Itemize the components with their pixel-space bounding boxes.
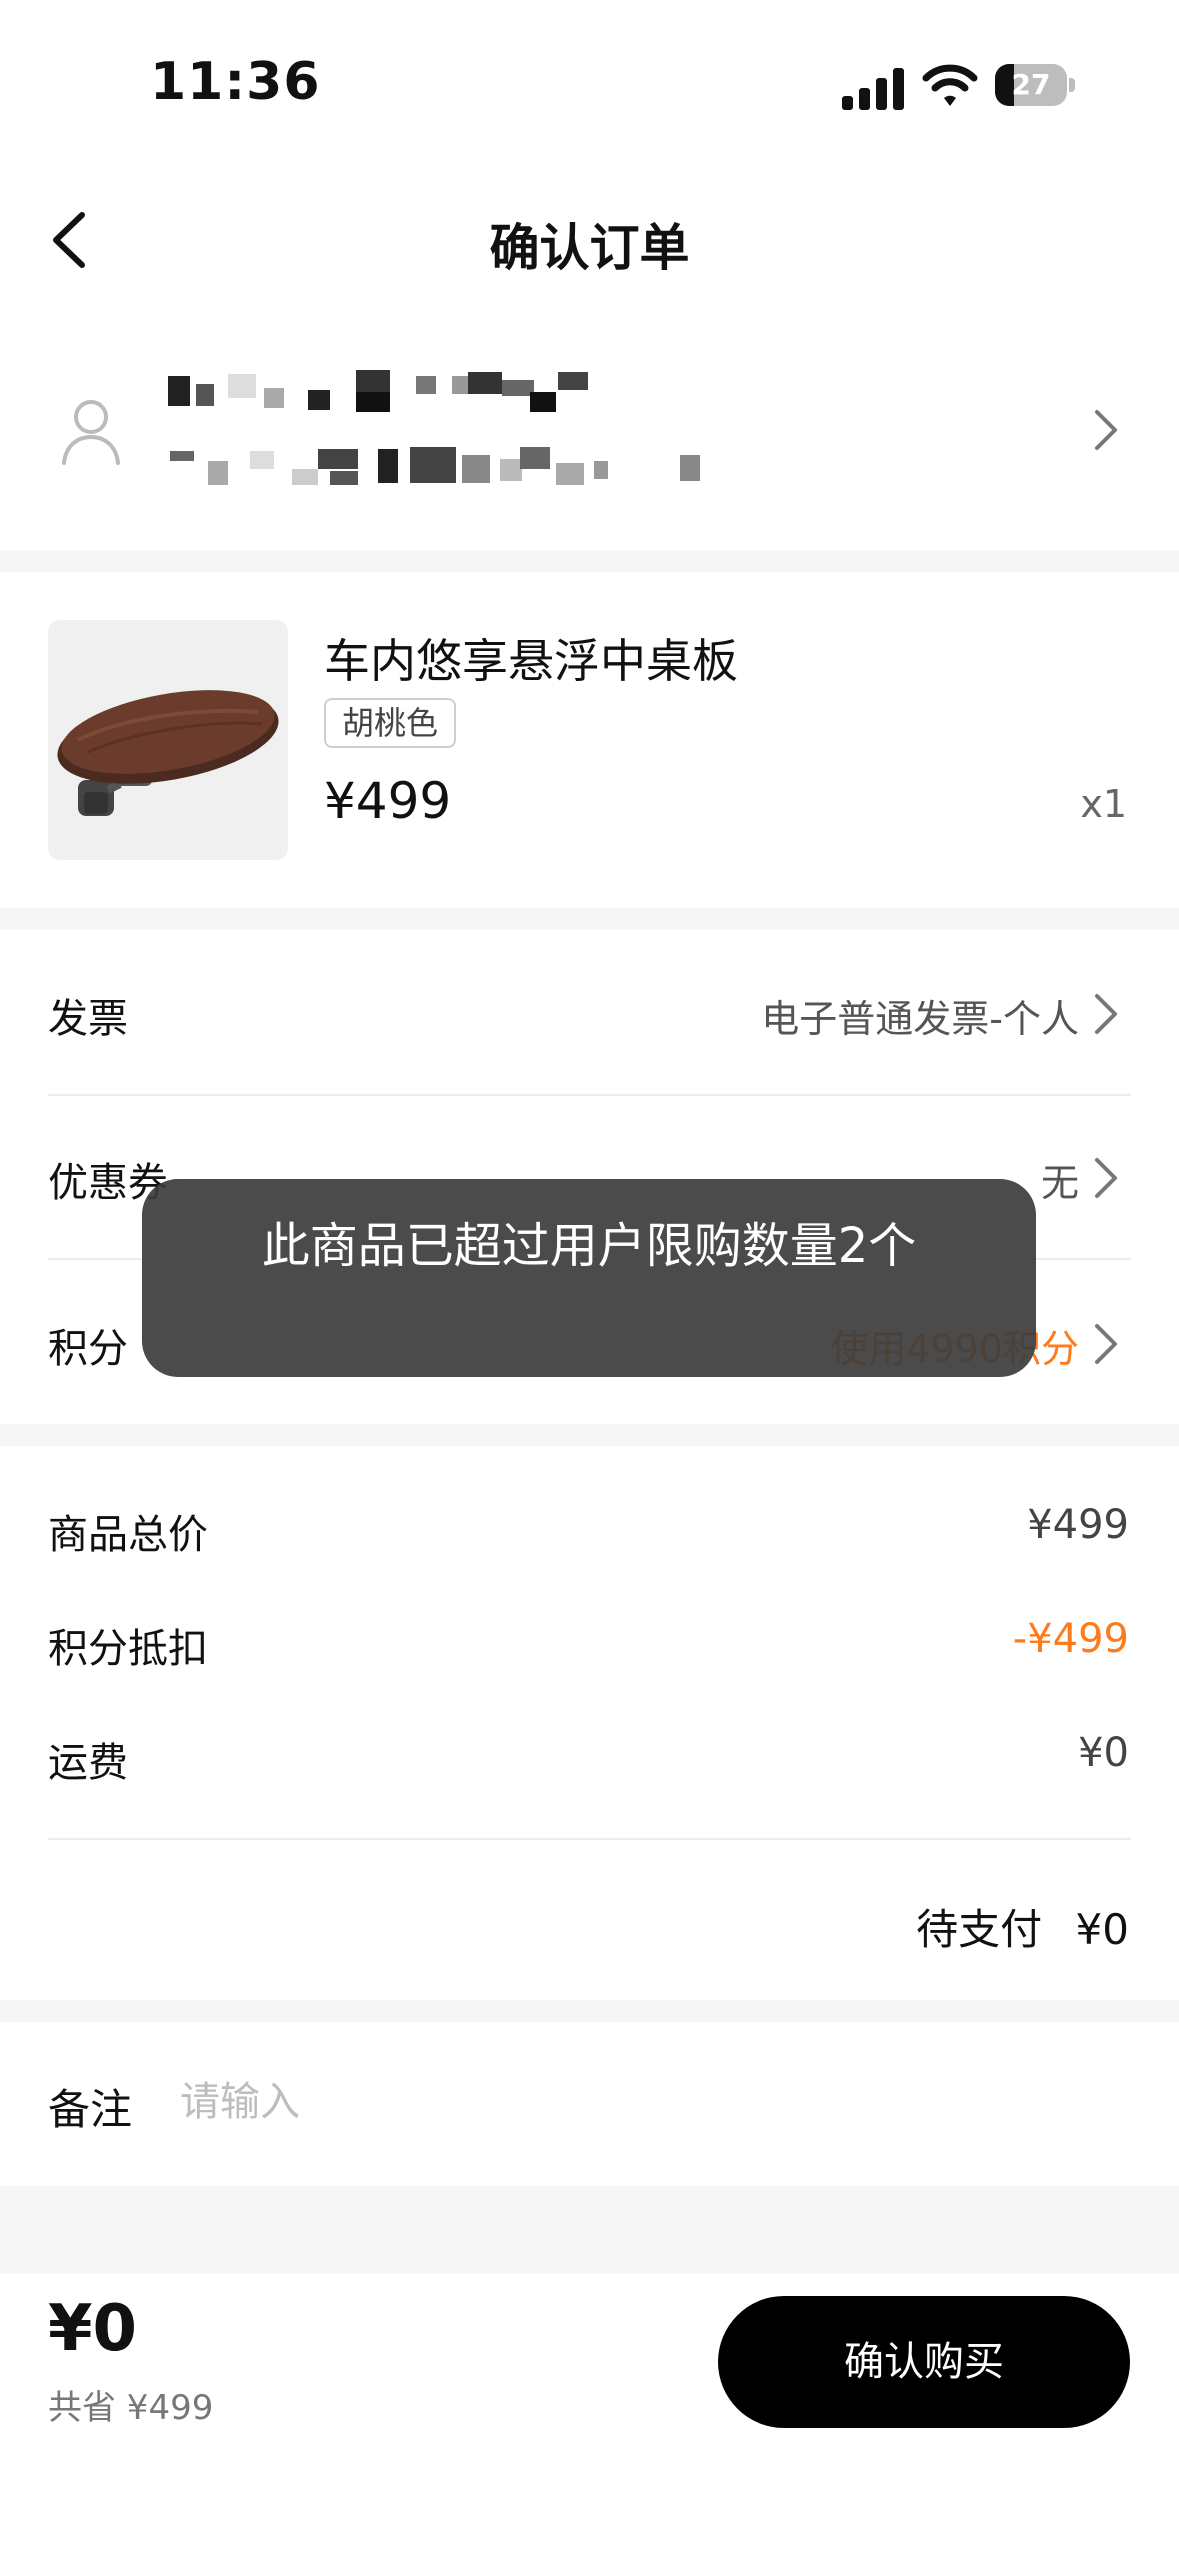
pending-value: ¥0 (1075, 1905, 1129, 1954)
subtotal-value: ¥499 (1027, 1502, 1129, 1548)
chevron-right-icon (1095, 1158, 1117, 1198)
points-label: 积分 (48, 1326, 128, 1372)
product-price: ¥499 (324, 772, 452, 830)
redacted-address (170, 445, 700, 487)
section-divider (0, 908, 1179, 930)
status-time: 11:36 (150, 52, 321, 112)
shipping-label: 运费 (48, 1740, 128, 1786)
address-selector[interactable] (0, 330, 1179, 550)
pending-label: 待支付 (916, 1905, 1043, 1954)
section-divider (0, 2000, 1179, 2022)
chevron-right-icon (1095, 994, 1117, 1034)
pending-payment: 待支付 ¥0 (916, 1896, 1129, 1957)
subtotal-label: 商品总价 (48, 1512, 208, 1558)
total-amount: ¥0 (48, 2292, 138, 2366)
note-input[interactable] (180, 2072, 980, 2132)
saved-amount: 共省 ¥499 (48, 2388, 214, 2428)
shipping-value: ¥0 (1078, 1730, 1129, 1776)
page-title: 确认订单 (489, 219, 690, 277)
product-image (48, 620, 288, 860)
note-label: 备注 (48, 2085, 133, 2134)
cellular-signal-icon (842, 66, 910, 110)
toast-message: 此商品已超过用户限购数量2个 (261, 1218, 917, 1274)
battery-icon: 27 (995, 64, 1077, 108)
confirm-purchase-button[interactable]: 确认购买 (718, 2296, 1130, 2428)
toast: 此商品已超过用户限购数量2个 (142, 1179, 1036, 1377)
invoice-value: 电子普通发票-个人 (761, 997, 1079, 1041)
points-deduction-value: -¥499 (1012, 1616, 1129, 1662)
section-divider (0, 550, 1179, 572)
section-divider (0, 1424, 1179, 1446)
chevron-right-icon (1095, 1324, 1117, 1364)
points-deduction-label: 积分抵扣 (48, 1626, 208, 1672)
person-icon (58, 395, 124, 467)
redacted-recipient (168, 370, 638, 412)
product-quantity: x1 (1080, 782, 1127, 826)
product-name: 车内悠享悬浮中桌板 (324, 634, 738, 688)
invoice-label: 发票 (48, 996, 128, 1042)
summary-divider (48, 1838, 1131, 1840)
coupon-value: 无 (1040, 1161, 1079, 1205)
section-divider (0, 2186, 1179, 2274)
battery-level: 27 (1011, 68, 1051, 101)
chevron-right-icon (1095, 410, 1117, 450)
product-spec-tag: 胡桃色 (324, 698, 457, 748)
wifi-icon (922, 62, 978, 110)
